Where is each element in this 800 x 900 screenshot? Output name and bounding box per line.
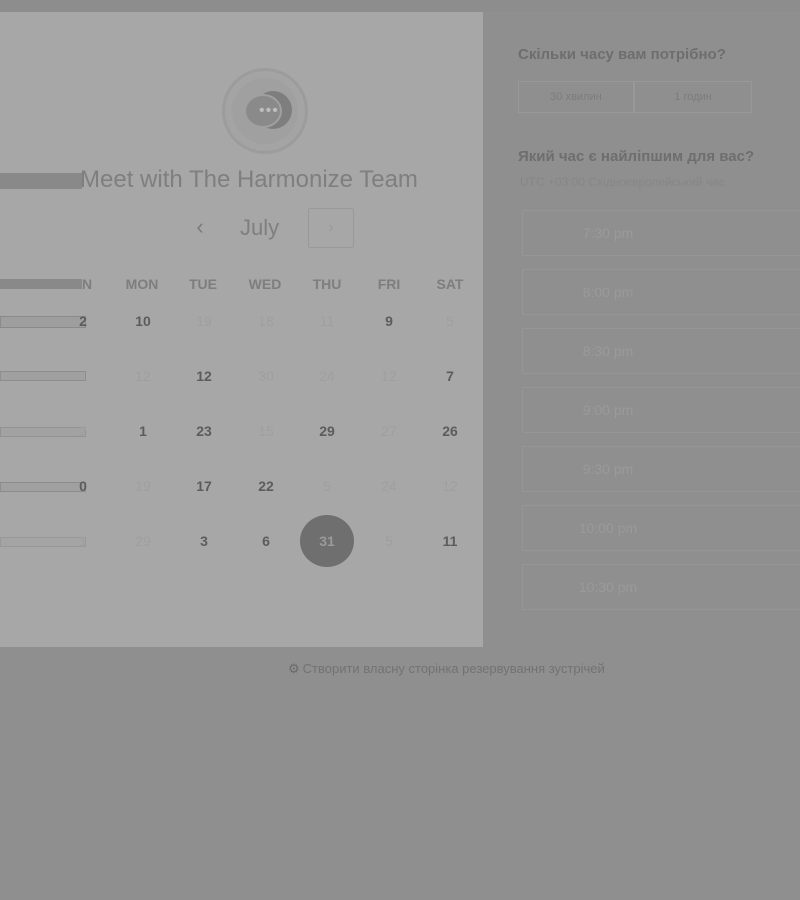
time-slot[interactable]: 9:00 pm [522, 387, 800, 433]
calendar-day[interactable]: 10 [118, 311, 168, 331]
duration-question: Скільки часу вам потрібно? [518, 46, 726, 63]
calendar-day[interactable]: 29 [302, 421, 352, 441]
time-slot[interactable]: 8:30 pm [522, 328, 800, 374]
redaction-bar [0, 371, 86, 381]
calendar-day: 1 [79, 533, 87, 549]
calendar-day: 12 [381, 368, 397, 384]
calendar-day: 11 [319, 313, 335, 329]
calendar-day: 27 [381, 423, 397, 439]
weekday-tue: TUE [189, 276, 217, 292]
time-slot[interactable]: 10:00 pm [522, 505, 800, 551]
weekday-thu: THU [312, 276, 342, 292]
calendar-day: 30 [258, 368, 274, 384]
duration-option-30[interactable]: 30 хвилин [518, 81, 634, 113]
calendar-day: 19 [135, 478, 151, 494]
calendar-day[interactable]: 7 [425, 366, 475, 386]
calendar-day[interactable]: 22 [241, 476, 291, 496]
calendar-day: 5 [446, 313, 454, 329]
time-slot[interactable]: 9:30 pm [522, 446, 800, 492]
time-slot[interactable]: 10:30 pm [522, 564, 800, 610]
create-booking-page-link[interactable]: ⚙ Створити власну сторінка резервування з… [288, 661, 605, 677]
calendar-day[interactable]: 11 [425, 531, 475, 551]
timezone-label[interactable]: UTC +03:00 Східноєвропейський час [520, 175, 725, 189]
calendar-day-selected[interactable]: 31 [300, 515, 354, 567]
month-label: July [240, 215, 280, 240]
calendar-day[interactable]: 3 [179, 531, 229, 551]
calendar-day[interactable]: 6 [241, 531, 291, 551]
calendar-day: 24 [319, 368, 335, 384]
ellipsis-icon: ••• [259, 102, 279, 119]
time-slot[interactable]: 7:30 pm [522, 210, 800, 256]
avatar: ••• [222, 68, 308, 154]
weekday-fri: FRI [377, 276, 401, 292]
next-month-button[interactable]: › [308, 208, 354, 248]
calendar-day[interactable]: 1 [118, 421, 168, 441]
calendar-day: 5 [385, 533, 393, 549]
time-question: Який час є найліпшим для вас? [518, 148, 755, 165]
redaction-bar [0, 173, 82, 189]
weekday-mon: MON [125, 276, 159, 292]
previous-month-button[interactable]: ‹ [188, 212, 212, 242]
calendar-day: 19 [196, 313, 212, 329]
calendar-day[interactable]: 12 [179, 366, 229, 386]
calendar-day[interactable]: 17 [179, 476, 229, 496]
calendar-day: 5 [323, 478, 331, 494]
calendar-day[interactable]: 2 [58, 311, 108, 331]
hubspot-sprocket-icon: ⚙ [288, 661, 300, 676]
weekday-wed: WED [248, 276, 282, 292]
calendar-day[interactable]: 0 [58, 476, 108, 496]
calendar-day: 12 [442, 478, 458, 494]
duration-option-60[interactable]: 1 годин [634, 81, 752, 113]
calendar-day[interactable]: 26 [425, 421, 475, 441]
calendar-day: 2 [79, 423, 87, 439]
calendar-day: 18 [258, 313, 274, 329]
chat-bubble-icon: ••• [244, 94, 282, 128]
time-slot[interactable]: 8:00 pm [522, 269, 800, 315]
calendar-day: 24 [381, 478, 397, 494]
calendar-day[interactable]: 9 [364, 311, 414, 331]
calendar-day: 12 [135, 368, 151, 384]
avatar-inner: ••• [232, 78, 298, 144]
calendar-day: 15 [258, 423, 274, 439]
calendar-day[interactable]: 23 [179, 421, 229, 441]
weekday-sat: SAT [436, 276, 464, 292]
weekday-sun: N [81, 276, 93, 292]
create-booking-page-text: Створити власну сторінка резервування зу… [302, 661, 605, 676]
page-title: Meet with The Harmonize Team [80, 166, 418, 193]
top-strip [0, 0, 800, 12]
calendar-day: 29 [135, 533, 151, 549]
